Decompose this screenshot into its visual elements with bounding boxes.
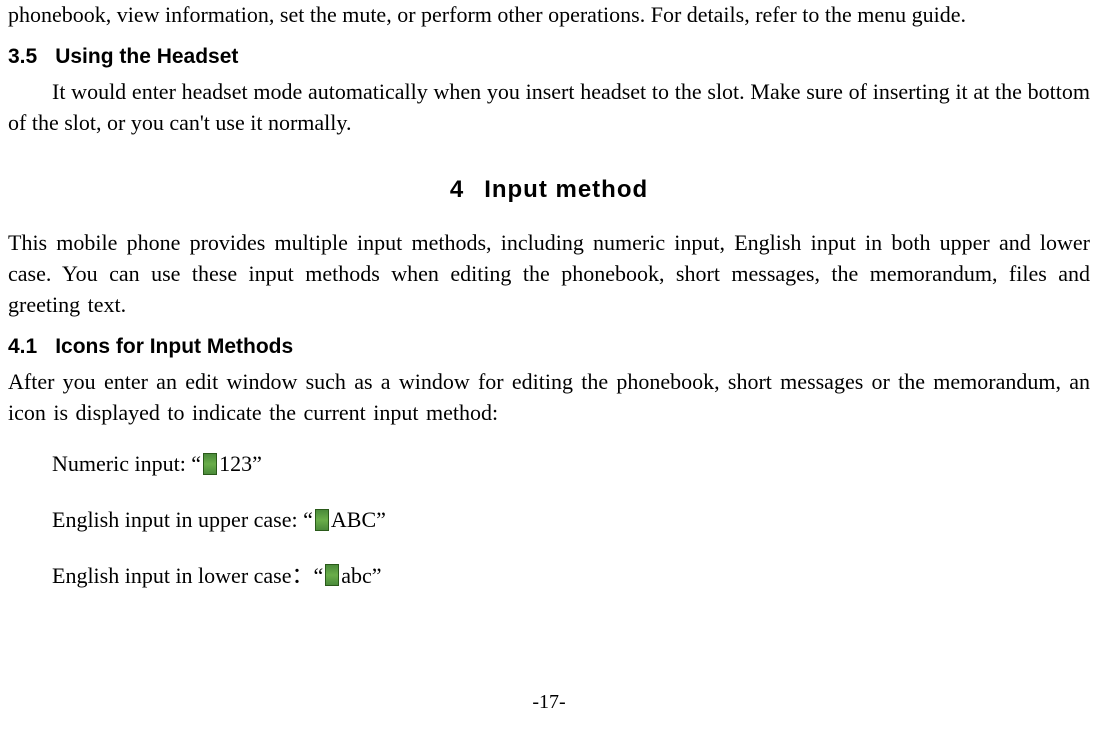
chapter-4-number: 4: [450, 176, 464, 203]
chapter-4-name: Input method: [484, 176, 648, 203]
chapter-4-intro: This mobile phone provides multiple inpu…: [8, 228, 1090, 320]
section-3-5-number: 3.5: [8, 45, 37, 69]
intro-fragment: phonebook, view information, set the mut…: [8, 0, 1090, 31]
section-3-5-heading: 3.5 Using the Headset: [8, 45, 1090, 69]
section-3-5-title: Using the Headset: [55, 45, 238, 68]
section-3-5-body: It would enter headset mode automaticall…: [8, 77, 1090, 139]
upper-case-line: English input in upper case: “ ABC”: [52, 500, 1090, 540]
numeric-input-label: Numeric input: “: [52, 444, 201, 484]
input-mode-icon: [325, 564, 339, 586]
lower-case-suffix: abc”: [341, 556, 381, 596]
input-mode-icon: [315, 509, 329, 531]
lower-case-label: English input in lower case：“: [52, 556, 323, 596]
chapter-4-title: 4 Input method: [8, 176, 1090, 204]
section-4-1-title: Icons for Input Methods: [55, 335, 293, 358]
numeric-input-suffix: 123”: [219, 444, 262, 484]
upper-case-label: English input in upper case: “: [52, 500, 313, 540]
page-number: -17-: [0, 691, 1098, 714]
section-4-1-heading: 4.1 Icons for Input Methods: [8, 335, 1090, 359]
lower-case-line: English input in lower case：“ abc”: [52, 556, 1090, 596]
numeric-input-line: Numeric input: “ 123”: [52, 444, 1090, 484]
section-4-1-body: After you enter an edit window such as a…: [8, 367, 1090, 429]
section-4-1-number: 4.1: [8, 335, 37, 359]
upper-case-suffix: ABC”: [331, 500, 386, 540]
input-mode-icon: [203, 453, 217, 475]
